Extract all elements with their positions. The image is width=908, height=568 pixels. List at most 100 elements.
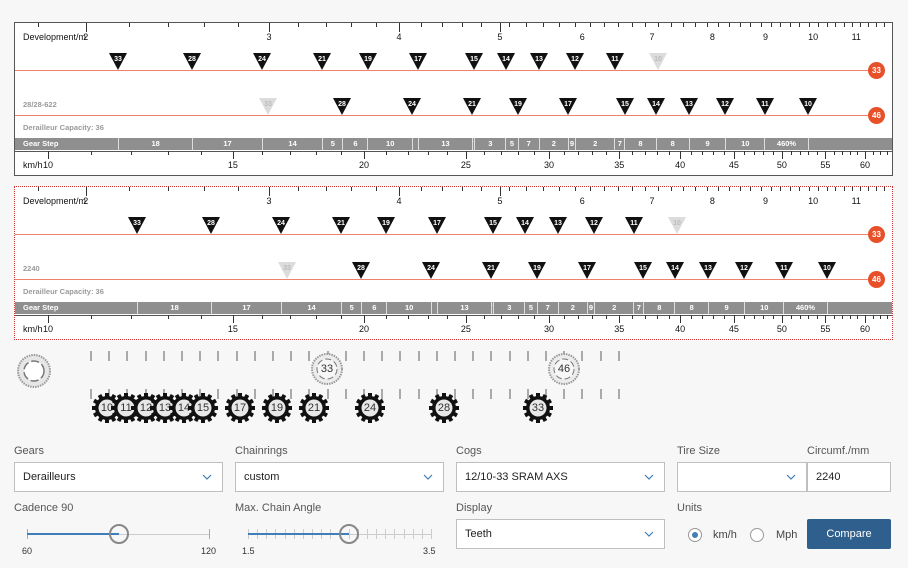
display-select[interactable]: Teeth [456,519,665,549]
speed-tick [702,151,704,155]
gear-step-cell: 2 [538,138,568,150]
cog-icon[interactable]: 28 [429,393,459,423]
compare-button[interactable]: Compare [807,519,891,549]
circumference-input[interactable]: 2240 [807,462,891,492]
dev-tick [618,23,620,27]
dev-tick-label: 11 [851,32,861,42]
speed-tick [790,151,792,155]
svg-text:11: 11 [630,220,638,227]
dev-tick [645,23,647,27]
units-label-mph[interactable]: Mph [776,529,797,541]
dev-tick [670,23,672,27]
cog-icon[interactable]: 24 [355,393,385,423]
ring-position-tick [454,351,456,361]
chainrings-select[interactable]: custom [235,462,444,492]
chain-angle-slider-handle[interactable] [338,524,359,544]
speed-tick [592,151,594,155]
speed-tick [447,315,449,319]
dev-tick [559,187,561,191]
chainring-badge-46: 46 [868,107,885,124]
dev-tick [728,187,730,191]
speed-tick [887,151,889,155]
speed-ruler: 10 15 20 25 30 35 40 45 50 55 60 [15,315,892,334]
tire-size-select[interactable] [677,462,807,492]
dev-tick [826,23,828,27]
dev-tick [860,187,862,191]
dev-tick [632,23,634,27]
ring-position-tick [90,351,92,361]
slider-step-tick [376,529,378,539]
cog-icon[interactable]: 21 [299,393,329,423]
cadence-max: 120 [201,546,217,556]
svg-text:12: 12 [740,265,748,272]
dev-tick [728,23,730,27]
speed-tick [680,315,682,323]
ring-position-tick [126,351,129,361]
gear-step-cell: 8 [643,302,674,314]
cadence-min: 60 [22,546,33,556]
chainring-icon[interactable]: 33 [310,352,344,386]
speed-axis-title: km/h [23,160,43,170]
cog-icon[interactable]: 17 [225,393,255,423]
cogs-label: Cogs [456,445,482,457]
gears-select[interactable]: Derailleurs [14,462,223,492]
chainring-line-33 [15,234,880,235]
chainring-line-46 [15,115,880,116]
dev-tick [799,23,801,27]
svg-text:10: 10 [804,101,812,108]
speed-tick [808,315,810,319]
svg-text:19: 19 [533,265,541,272]
chevron-down-icon [644,531,654,537]
cadence-slider[interactable] [27,524,210,544]
gear-step-cell: 8 [624,138,655,150]
gear-step-cell: 460% [783,302,826,314]
speed-tick [465,315,467,323]
dev-tick [375,23,377,27]
speed-tick [713,315,715,319]
gear-step-label: Gear Step [23,139,59,148]
cog-teeth: 28 [437,402,451,414]
development-ruler: 2 3 4 5 6 7 8 9 10 11 [15,23,892,42]
svg-text:28: 28 [188,56,196,63]
units-radio-mph[interactable] [750,528,764,542]
svg-text:19: 19 [383,220,391,227]
cogs-select[interactable]: 12/10-33 SRAM AXS [456,462,665,492]
svg-text:14: 14 [671,265,679,272]
speed-tick [753,151,755,155]
chainring-line-33 [15,70,880,71]
crankset-icon [16,353,52,389]
speed-tick-label: 55 [820,160,831,170]
speed-tick-label: 15 [227,324,238,334]
speed-tick [691,315,693,319]
units-label-kmh[interactable]: km/h [713,529,737,541]
speed-tick-label: 25 [460,324,471,334]
cog-icon[interactable]: 15 [188,393,218,423]
speed-tick [656,151,658,155]
chainring-icon[interactable]: 46 [547,352,581,386]
slider-step-tick [394,529,396,539]
cadence-slider-handle[interactable] [108,524,129,544]
speed-tick-label: 25 [460,160,471,170]
speed-tick [668,151,670,155]
svg-text:13: 13 [704,265,712,272]
speed-tick [680,151,682,159]
dev-tick [884,23,886,27]
dev-tick-label: 11 [851,196,861,206]
units-radio-kmh[interactable] [688,528,702,542]
svg-text:12: 12 [590,220,598,227]
speed-tick-label: 60 [860,160,871,170]
dev-tick [298,187,300,191]
speed-tick [289,315,291,319]
dev-tick-label: 7 [649,32,655,42]
speed-ruler-line [15,315,892,316]
cog-icon[interactable]: 33 [523,393,553,423]
speed-tick [533,315,535,319]
chain-angle-slider[interactable] [248,524,432,544]
gear-step-cell: 6 [361,302,386,314]
dev-tick [826,187,828,191]
cog-icon[interactable]: 19 [262,393,292,423]
gear-step-cell: 18 [136,302,211,314]
dev-tick [542,187,544,191]
speed-tick [841,315,843,319]
chainring-line-46 [15,279,880,280]
